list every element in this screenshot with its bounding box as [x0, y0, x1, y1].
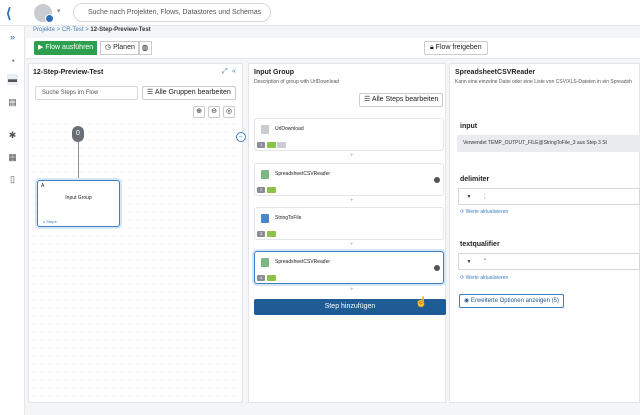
- textqualifier-value: ": [484, 259, 487, 265]
- add-between-icon[interactable]: +: [350, 198, 354, 204]
- add-between-icon[interactable]: +: [350, 287, 354, 293]
- connector-line: [78, 142, 79, 179]
- release-flow-button[interactable]: 🔒︎ Flow freigeben: [424, 41, 488, 55]
- refresh-label: Werte aktualisieren: [465, 209, 509, 215]
- document-icon[interactable]: ▯: [7, 174, 18, 185]
- settings-icon[interactable]: ✱: [7, 130, 18, 141]
- run-flow-label: Flow ausführen: [45, 44, 94, 51]
- chevron-down-icon[interactable]: ▼: [463, 193, 475, 202]
- step-file-icon: [261, 125, 269, 134]
- sidebar: » ◔ ▬ ▤ ✱ ▦ ▯: [0, 26, 25, 415]
- spreadsheet-icon: [261, 170, 269, 179]
- step-card-urldownload[interactable]: UrlDownload 1: [254, 118, 444, 151]
- group-node-letter: A: [41, 183, 45, 189]
- step-name: StringToFile: [275, 215, 302, 221]
- avatar-badge-icon: [45, 14, 54, 23]
- input-label: input: [460, 123, 478, 130]
- step-input-port: [267, 142, 276, 148]
- group-node[interactable]: A Input Group 4 Steps: [37, 180, 120, 227]
- breadcrumb-projects[interactable]: Projekte: [33, 27, 55, 33]
- plan-label: Planen: [113, 44, 135, 51]
- step-input-port: [267, 275, 276, 281]
- toolbar: ▶ Flow ausführen ◷ Planen ◍ 🔒︎ Flow frei…: [26, 38, 640, 59]
- group-panel-subtitle: Description of group with UrlDownload: [254, 79, 340, 85]
- detail-panel-subtitle: Kann eine einzelne Datei oder eine Liste…: [455, 79, 632, 85]
- plan-button[interactable]: ◷ Planen: [100, 41, 140, 55]
- storage-icon[interactable]: ▦: [7, 152, 18, 163]
- breadcrumb-separator: >: [56, 27, 61, 33]
- step-name: UrlDownload: [275, 126, 304, 132]
- breadcrumb-current: 12-Step-Preview-Test: [90, 27, 151, 33]
- input-value: Verwendet TEMP_OUTPUT_FILE@StringToFile_…: [457, 135, 640, 152]
- step-input-port: [267, 187, 276, 193]
- edit-steps-label: Alle Steps bearbeiten: [371, 96, 439, 103]
- database-icon[interactable]: ▤: [7, 97, 18, 108]
- breadcrumb: Projekte > CR-Test > 12-Step-Preview-Tes…: [33, 27, 151, 37]
- zoom-in-icon[interactable]: ⊕: [193, 106, 205, 118]
- step-status-icon: [434, 265, 440, 271]
- step-number: 3: [257, 231, 266, 237]
- expand-sidebar-icon[interactable]: »: [7, 32, 18, 43]
- chevron-down-icon[interactable]: ▾: [57, 7, 61, 15]
- detail-panel-title: SpreadsheetCSVReader: [455, 69, 536, 76]
- step-status-icon: [434, 177, 440, 183]
- step-input-port: [267, 231, 276, 237]
- release-label: Flow freigeben: [435, 44, 482, 51]
- dashboard-icon[interactable]: ◔: [7, 56, 18, 67]
- run-flow-button[interactable]: ▶ Flow ausführen: [34, 41, 98, 55]
- add-between-icon[interactable]: +: [350, 242, 354, 248]
- step-number: 2: [257, 187, 266, 193]
- expand-icon[interactable]: ⤢: [222, 68, 228, 76]
- breadcrumb-project[interactable]: CR-Test: [62, 27, 84, 33]
- refresh-values-link[interactable]: ⟳ Werte aktualisieren: [460, 209, 508, 215]
- advanced-label: Erweiterte Optionen anzeigen (5): [470, 298, 559, 304]
- flow-panel-title: 12-Step-Preview-Test: [33, 69, 104, 76]
- group-panel-title: Input Group: [254, 69, 295, 76]
- global-search-input[interactable]: Suche nach Projekten, Flows, Datastores …: [73, 3, 271, 22]
- app-logo-icon[interactable]: ⟨: [6, 5, 22, 21]
- delimiter-field[interactable]: ▼ ;: [458, 188, 640, 205]
- edit-all-groups-button[interactable]: ☰ Alle Gruppen bearbeiten: [142, 86, 236, 100]
- group-node-label: Input Group: [65, 195, 92, 201]
- step-name: SpreadsheetCSVReader: [275, 171, 331, 177]
- step-name: SpreadsheetCSVReader: [275, 259, 331, 265]
- step-card-stringtofile[interactable]: StringToFile 3: [254, 207, 444, 240]
- show-advanced-options-button[interactable]: ◉ Erweiterte Optionen anzeigen (5): [459, 294, 564, 308]
- step-output-port: [277, 142, 286, 148]
- delimiter-label: delimiter: [460, 176, 490, 183]
- stringtofile-icon: [261, 214, 269, 223]
- flow-steps-search[interactable]: Suche Steps im Flow: [35, 86, 138, 100]
- start-node[interactable]: 0: [72, 126, 84, 142]
- detail-panel: [449, 63, 640, 403]
- link-icon[interactable]: ⇔: [236, 132, 246, 142]
- spreadsheet-icon: [261, 258, 269, 267]
- edit-groups-label: Alle Gruppen bearbeiten: [154, 89, 231, 96]
- refresh-values-link[interactable]: ⟳ Werte aktualisieren: [460, 275, 508, 281]
- breadcrumb-separator: >: [85, 27, 89, 33]
- textqualifier-field[interactable]: ▼ ": [458, 253, 640, 270]
- delimiter-value: ;: [484, 194, 486, 200]
- step-number: 4: [257, 275, 266, 281]
- flow-canvas[interactable]: [30, 120, 240, 400]
- edit-all-steps-button[interactable]: ☰ Alle Steps bearbeiten: [359, 93, 444, 107]
- folder-icon[interactable]: ▬: [7, 74, 18, 85]
- fit-view-icon[interactable]: ◎: [223, 106, 235, 118]
- add-between-icon[interactable]: +: [350, 153, 354, 159]
- mouse-cursor-icon: ☝: [415, 297, 428, 308]
- step-number: 1: [257, 142, 266, 148]
- chevron-down-icon[interactable]: ▼: [463, 258, 475, 267]
- step-card-csvreader-selected[interactable]: SpreadsheetCSVReader 4: [254, 251, 444, 284]
- textqualifier-label: textqualifier: [460, 241, 500, 248]
- refresh-label: Werte aktualisieren: [465, 275, 509, 281]
- group-node-steps: 4 Steps: [43, 219, 57, 224]
- zoom-out-icon[interactable]: ⊖: [208, 106, 220, 118]
- step-card-csvreader[interactable]: SpreadsheetCSVReader 2: [254, 163, 444, 196]
- globe-icon[interactable]: ◍: [138, 41, 152, 55]
- top-bar: ⟨ ▾ Suche nach Projekten, Flows, Datasto…: [0, 0, 640, 26]
- collapse-icon[interactable]: «: [232, 68, 236, 75]
